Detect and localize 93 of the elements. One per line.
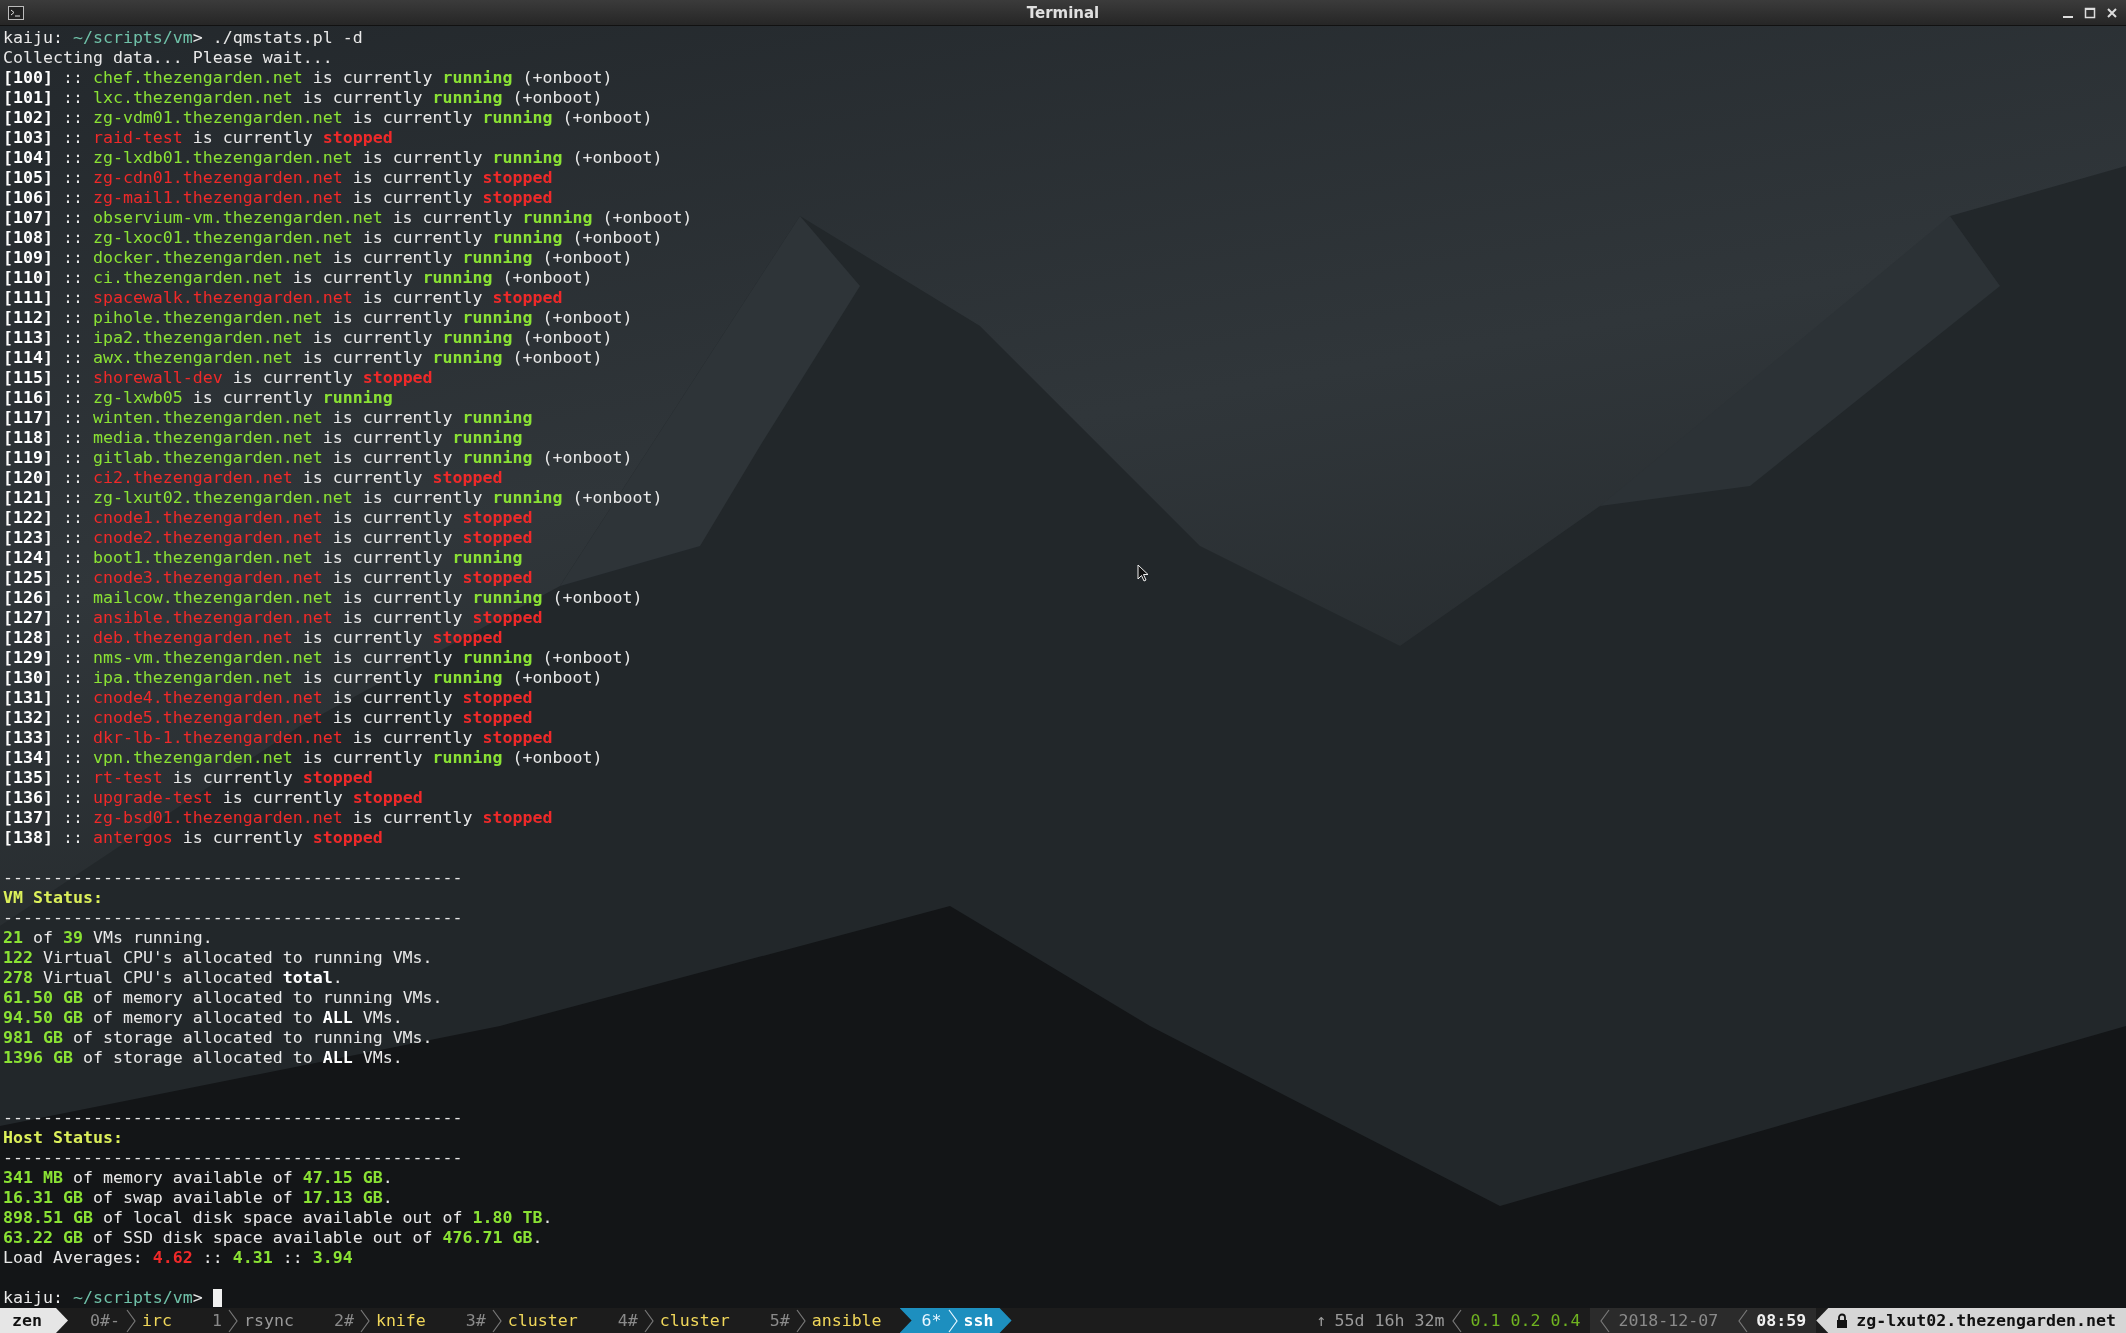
section-heading: VM Status: — [3, 888, 103, 908]
vm-status-line: [109] :: docker.thezengarden.net is currently running (+onboot) — [3, 248, 633, 268]
output-line: 1396 GB of storage allocated to ALL VMs. — [3, 1048, 403, 1068]
vm-status-line: [130] :: ipa.thezengarden.net is currently running (+onboot) — [3, 668, 603, 688]
chevron-right-icon — [359, 1308, 370, 1333]
chevron-left-icon — [1452, 1308, 1463, 1333]
terminal-icon — [8, 5, 24, 20]
uptime-arrow: ↑ — [1316, 1310, 1327, 1332]
vm-status-line: [134] :: vpn.thezengarden.net is currently running (+onboot) — [3, 748, 603, 768]
chevron-right-icon — [947, 1308, 958, 1333]
vm-status-line: [135] :: rt-test is currently stopped — [3, 768, 373, 788]
vm-status-line: [101] :: lxc.thezengarden.net is currently running (+onboot) — [3, 88, 603, 108]
clock-time: 08:59 — [1756, 1310, 1807, 1332]
vm-status-line: [138] :: antergos is currently stopped — [3, 828, 383, 848]
vm-status-line: [108] :: zg-lxoc01.thezengarden.net is currently running (+onboot) — [3, 228, 663, 248]
prompt-line: kaiju: ~/scripts/vm> — [3, 1288, 203, 1308]
output-line: 94.50 GB of memory allocated to ALL VMs. — [3, 1008, 403, 1028]
vm-status-line: [114] :: awx.thezengarden.net is currently running (+onboot) — [3, 348, 603, 368]
vm-status-line: [132] :: cnode5.thezengarden.net is currently stopped — [3, 708, 533, 728]
window-tab[interactable]: 1 rsync — [189, 1308, 312, 1333]
chevron-left-icon — [1738, 1308, 1749, 1333]
window-tab[interactable]: 2# knife — [311, 1308, 444, 1333]
vm-status-line: [107] :: observium-vm.thezengarden.net is currently running (+onboot) — [3, 208, 693, 228]
maximize-button[interactable] — [2084, 6, 2096, 19]
vm-status-line: [126] :: mailcow.thezengarden.net is currently running (+onboot) — [3, 588, 643, 608]
lock-icon — [1836, 1313, 1849, 1328]
vm-status-line: [120] :: ci2.thezengarden.net is currently stopped — [3, 468, 503, 488]
output-line: 21 of 39 VMs running. — [3, 928, 213, 948]
vm-status-line: [119] :: gitlab.thezengarden.net is currently running (+onboot) — [3, 448, 633, 468]
maximize-icon — [2084, 6, 2096, 19]
vm-status-line: [112] :: pihole.thezengarden.net is currently running (+onboot) — [3, 308, 633, 328]
vm-status-line: [102] :: zg-vdm01.thezengarden.net is currently running (+onboot) — [3, 108, 653, 128]
vm-status-line: [103] :: raid-test is currently stopped — [3, 128, 393, 148]
chevron-right-icon — [125, 1308, 136, 1333]
vm-status-line: [117] :: winten.thezengarden.net is currently running — [3, 408, 533, 428]
close-button[interactable] — [2106, 6, 2118, 19]
vm-status-line: [121] :: zg-lxut02.thezengarden.net is currently running (+onboot) — [3, 488, 663, 508]
window-tab[interactable]: 0#- irc — [68, 1308, 190, 1333]
vm-status-line: [110] :: ci.thezengarden.net is currently running (+onboot) — [3, 268, 593, 288]
window-tab[interactable]: 6* ssh — [899, 1308, 1012, 1333]
output-line: 63.22 GB of SSD disk space available out of 476.71 GB. — [3, 1228, 543, 1248]
window-tab[interactable]: 4# cluster — [595, 1308, 748, 1333]
uptime-text: 55d 16h 32m — [1334, 1310, 1445, 1332]
output-line: 122 Virtual CPU's allocated to running VMs. — [3, 948, 433, 968]
vm-status-line: [104] :: zg-lxdb01.thezengarden.net is currently running (+onboot) — [3, 148, 663, 168]
vm-status-line: [116] :: zg-lxwb05 is currently running — [3, 388, 393, 408]
mouse-pointer-icon — [1137, 564, 1149, 582]
output-line: 278 Virtual CPU's allocated total. — [3, 968, 343, 988]
vm-status-line: [129] :: nms-vm.thezengarden.net is currently running (+onboot) — [3, 648, 633, 668]
vm-status-line: [122] :: cnode1.thezengarden.net is currently stopped — [3, 508, 533, 528]
chevron-right-icon — [491, 1308, 502, 1333]
chevron-left-icon — [1600, 1308, 1611, 1333]
output-line: 898.51 GB of local disk space available out of 1.80 TB. — [3, 1208, 553, 1228]
vm-status-line: [113] :: ipa2.thezengarden.net is currently running (+onboot) — [3, 328, 613, 348]
dashed-rule-text: ---------------------------------------------- — [3, 1108, 463, 1128]
session-name: zen — [0, 1308, 68, 1333]
vm-status-line: [118] :: media.thezengarden.net is currently running — [3, 428, 523, 448]
date-text: 2018-12-07 — [1618, 1310, 1719, 1332]
minimize-icon — [2063, 15, 2073, 18]
vm-status-line: [105] :: zg-cdn01.thezengarden.net is currently stopped — [3, 168, 553, 188]
vm-status-line: [137] :: zg-bsd01.thezengarden.net is currently stopped — [3, 808, 553, 828]
dashed-rule-text: ---------------------------------------------- — [3, 868, 463, 888]
output-line: 16.31 GB of swap available of 17.13 GB. — [3, 1188, 393, 1208]
vm-status-line: [100] :: chef.thezengarden.net is currently running (+onboot) — [3, 68, 613, 88]
chevron-right-icon — [795, 1308, 806, 1333]
vm-status-line: [106] :: zg-mail1.thezengarden.net is currently stopped — [3, 188, 553, 208]
output-line: Load Averages: 4.62 :: 4.31 :: 3.94 — [3, 1248, 353, 1268]
prompt-line: kaiju: ~/scripts/vm> ./qmstats.pl -d — [3, 28, 363, 48]
dashed-rule-text: ---------------------------------------------- — [3, 1148, 463, 1168]
section-heading: Host Status: — [3, 1128, 123, 1148]
vm-status-line: [127] :: ansible.thezengarden.net is currently stopped — [3, 608, 543, 628]
vm-status-line: [133] :: dkr-lb-1.thezengarden.net is currently stopped — [3, 728, 553, 748]
chevron-right-icon — [643, 1308, 654, 1333]
window-tab[interactable]: 3# cluster — [443, 1308, 596, 1333]
vm-status-line: [124] :: boot1.thezengarden.net is currently running — [3, 548, 523, 568]
close-icon — [2106, 6, 2118, 19]
window-title: Terminal — [1026, 3, 1100, 22]
vm-status-line: [115] :: shorewall-dev is currently stopped — [3, 368, 433, 388]
chevron-right-icon — [227, 1308, 238, 1333]
window-tab[interactable]: 5# ansible — [747, 1308, 900, 1333]
vm-status-line: [125] :: cnode3.thezengarden.net is currently stopped — [3, 568, 533, 588]
output-line: 981 GB of storage allocated to running VMs. — [3, 1028, 433, 1048]
load-average: 0.1 0.2 0.4 — [1470, 1310, 1581, 1332]
vm-status-line: [123] :: cnode2.thezengarden.net is currently stopped — [3, 528, 533, 548]
output-line: 341 MB of memory available of 47.15 GB. — [3, 1168, 393, 1188]
vm-status-line: [136] :: upgrade-test is currently stopped — [3, 788, 423, 808]
vm-status-line: [128] :: deb.thezengarden.net is currently stopped — [3, 628, 503, 648]
dashed-rule-text: ---------------------------------------------- — [3, 908, 463, 928]
vm-status-line: [131] :: cnode4.thezengarden.net is currently stopped — [3, 688, 533, 708]
output-line: 61.50 GB of memory allocated to running VMs. — [3, 988, 443, 1008]
hostname: zg-lxut02.thezengarden.net — [1856, 1310, 2116, 1332]
output-line: Collecting data... Please wait... — [3, 48, 333, 68]
vm-status-line: [111] :: spacewalk.thezengarden.net is currently stopped — [3, 288, 563, 308]
